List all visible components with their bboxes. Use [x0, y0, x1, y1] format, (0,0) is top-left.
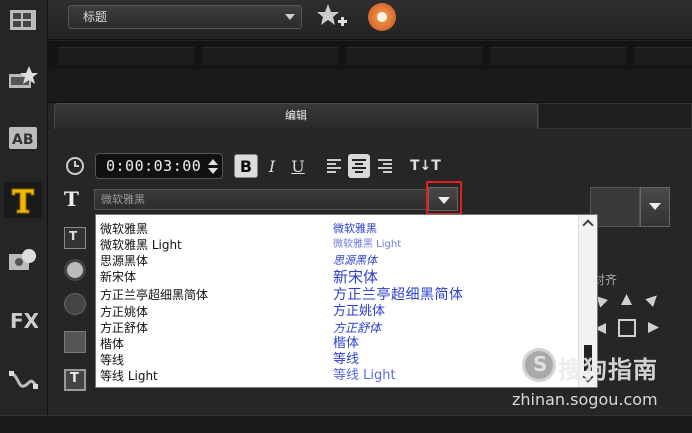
font-option-name: 等线 Light — [100, 369, 158, 383]
left-toolbar: AB FX — [0, 0, 48, 433]
font-option-preview: 等线 — [333, 352, 360, 367]
text-background-icon[interactable] — [64, 369, 86, 391]
svg-text:AB: AB — [12, 132, 34, 148]
font-option[interactable]: 新宋体 新宋体 — [96, 269, 579, 285]
font-option[interactable]: 方正姚体 方正姚体 — [96, 304, 579, 320]
font-option-name: 新宋体 — [100, 270, 137, 284]
sogou-logo-icon — [522, 348, 556, 382]
clock-icon — [66, 157, 84, 175]
align-right-button[interactable] — [374, 154, 396, 178]
align-center-box-icon[interactable] — [618, 319, 636, 337]
font-option[interactable]: 等线 等线 — [96, 352, 579, 368]
media-library-icon[interactable] — [4, 2, 42, 38]
font-t-icon: T — [64, 187, 79, 211]
font-option-name: 等线 — [100, 353, 125, 367]
font-family-value: 微软雅黑 — [101, 193, 145, 206]
gallery-options-icon[interactable] — [368, 3, 396, 31]
tab-edit[interactable]: 编辑 — [54, 103, 538, 129]
instant-project-icon[interactable] — [4, 60, 42, 96]
transition-ab-icon[interactable]: AB — [4, 120, 42, 156]
font-option-name: 微软雅黑 — [100, 222, 149, 236]
divider-band — [48, 69, 692, 103]
color-swatch[interactable] — [64, 331, 86, 353]
font-option-preview: 方正舒体 — [333, 321, 382, 335]
vertical-text-button[interactable]: T↓T — [410, 154, 448, 178]
thumbnail-slot[interactable] — [346, 47, 482, 65]
watermark-url: zhinan.sogou.com — [512, 390, 658, 409]
font-option-preview: 微软雅黑 Light — [333, 239, 402, 250]
path-motion-icon[interactable] — [4, 362, 42, 398]
font-option[interactable]: 微软雅黑 微软雅黑 — [96, 221, 579, 237]
timecode-value: 0:00:03:00 — [106, 157, 202, 175]
font-option-name: 方正兰亭超细黑简体 — [100, 288, 209, 302]
radio-single-title[interactable] — [64, 259, 86, 281]
underline-button[interactable]: U — [286, 154, 310, 178]
scroll-up-icon[interactable] — [582, 219, 594, 227]
font-family-select[interactable]: 微软雅黑 — [94, 189, 458, 210]
title-tool-icon[interactable] — [4, 182, 42, 218]
bold-button[interactable]: B — [234, 154, 258, 178]
bottom-bar — [0, 415, 692, 433]
font-option-preview: 方正兰亭超细黑简体 — [333, 287, 464, 303]
align-left-button[interactable] — [323, 154, 345, 178]
font-option-name: 微软雅黑 Light — [100, 238, 182, 252]
video-editor-window: AB FX 标题 编辑 0:00:03:00 B I U T↓T T 微软雅黑 … — [0, 0, 692, 433]
graphics-icon[interactable] — [4, 242, 42, 278]
font-option-preview: 微软雅黑 — [333, 222, 377, 235]
spin-up-icon[interactable] — [208, 159, 218, 165]
align-top-icon[interactable] — [618, 291, 636, 309]
spin-down-icon[interactable] — [208, 168, 218, 174]
font-option-preview: 楷体 — [333, 336, 360, 351]
thumbnail-slot[interactable] — [634, 47, 692, 65]
font-option-name: 楷体 — [100, 337, 125, 351]
align-right-icon[interactable] — [644, 319, 662, 337]
library-category-value: 标题 — [83, 10, 108, 24]
text-box-icon[interactable] — [64, 227, 86, 249]
add-favorite-star-icon[interactable] — [316, 2, 348, 32]
font-option-name: 方正姚体 — [100, 305, 149, 319]
font-option[interactable]: 思源黑体 思源黑体 — [96, 253, 579, 269]
font-option-name: 方正舒体 — [100, 321, 149, 335]
font-option[interactable]: 等线 Light 等线 Light — [96, 368, 579, 384]
font-option-preview: 方正姚体 — [333, 304, 386, 319]
font-option-preview: 新宋体 — [333, 268, 379, 286]
fx-filter-icon[interactable]: FX — [4, 302, 42, 338]
align-center-button[interactable] — [348, 154, 370, 178]
highlight-box — [426, 181, 462, 215]
thumbnail-strip — [48, 41, 692, 69]
library-category-select[interactable]: 标题 — [68, 5, 302, 29]
font-option-name: 思源黑体 — [100, 254, 149, 268]
radio-multi-title[interactable] — [64, 293, 86, 315]
font-option[interactable]: 方正兰亭超细黑简体 方正兰亭超细黑简体 — [96, 287, 579, 303]
font-option-preview: 思源黑体 — [333, 254, 377, 267]
thumbnail-slot[interactable] — [490, 47, 626, 65]
thumbnail-slot[interactable] — [58, 47, 194, 65]
watermark-text: 搜狗指南 — [558, 356, 658, 384]
font-option[interactable]: 微软雅黑 Light 微软雅黑 Light — [96, 237, 579, 253]
font-size-dropdown-button[interactable] — [640, 187, 670, 227]
font-option[interactable]: 方正舒体 方正舒体 — [96, 320, 579, 336]
font-option-preview: 等线 Light — [333, 368, 396, 383]
duration-timecode-input[interactable]: 0:00:03:00 — [95, 153, 223, 179]
library-toolbar: 标题 — [48, 0, 692, 40]
tab-attribute[interactable] — [538, 103, 692, 129]
svg-text:FX: FX — [10, 309, 38, 333]
thumbnail-slot[interactable] — [202, 47, 338, 65]
chevron-down-icon — [285, 14, 295, 20]
font-option[interactable]: 楷体 楷体 — [96, 336, 579, 352]
italic-button[interactable]: I — [260, 154, 284, 178]
